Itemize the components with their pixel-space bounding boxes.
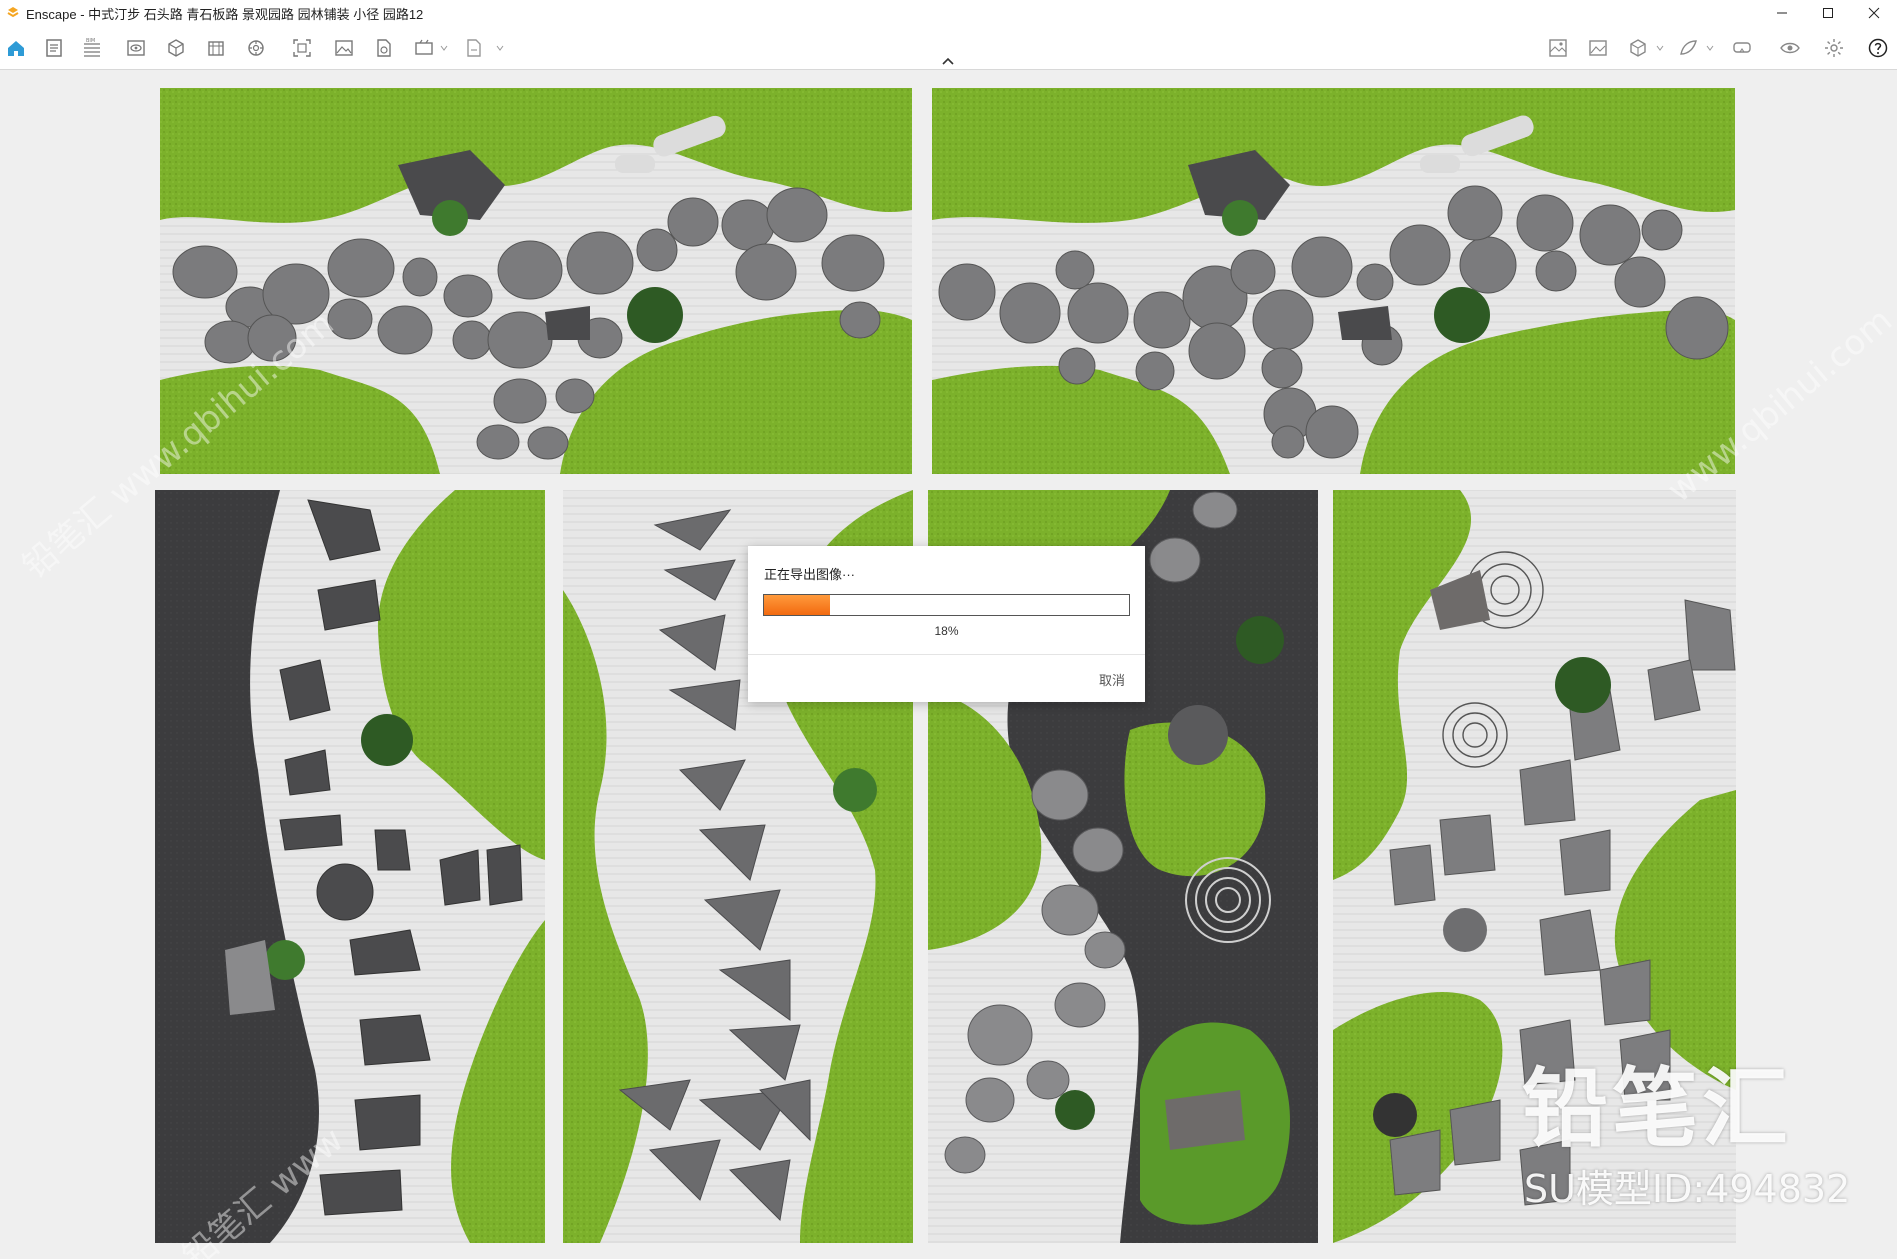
- video-icon: [415, 39, 433, 55]
- export-button[interactable]: [462, 36, 486, 60]
- visibility-icon: [1780, 42, 1800, 54]
- svg-text:BIM: BIM: [86, 38, 95, 44]
- asset-button[interactable]: [164, 36, 188, 60]
- enscape-logo-icon: [7, 7, 19, 18]
- minimize-icon: [1777, 12, 1787, 14]
- frame-button[interactable]: [1546, 36, 1570, 60]
- vr-icon: [1733, 42, 1751, 53]
- eye-view-icon: [127, 40, 145, 56]
- settings-button[interactable]: [1822, 36, 1846, 60]
- chevron-down-icon[interactable]: [1656, 44, 1664, 52]
- asset-icon: [168, 39, 184, 57]
- visibility-button[interactable]: [1778, 36, 1802, 60]
- video-button[interactable]: [412, 36, 436, 60]
- render-panel-3: [155, 490, 545, 1243]
- file-export-button[interactable]: [372, 36, 396, 60]
- document-button[interactable]: [42, 36, 66, 60]
- help-icon: [1868, 38, 1888, 58]
- watermark-brand: 铅笔汇: [1522, 1059, 1792, 1159]
- window-title: Enscape - 中式汀步 石头路 青石板路 景观园路 园林铺装 小径 园路1…: [26, 6, 424, 22]
- gallery-button[interactable]: [1586, 36, 1610, 60]
- minimize-button[interactable]: [1759, 0, 1805, 26]
- view-button[interactable]: [124, 36, 148, 60]
- cancel-button[interactable]: 取消: [1093, 666, 1131, 693]
- gallery-icon: [1589, 40, 1607, 56]
- help-button[interactable]: [1866, 36, 1890, 60]
- capture-button[interactable]: [290, 36, 314, 60]
- settings-icon: [248, 40, 264, 56]
- image-button[interactable]: [332, 36, 356, 60]
- material-button[interactable]: [1676, 36, 1700, 60]
- layers-icon: [208, 41, 224, 56]
- home-button[interactable]: [4, 36, 28, 60]
- material-icon: [1680, 40, 1697, 55]
- capture-icon: [293, 39, 311, 57]
- maximize-button[interactable]: [1805, 0, 1851, 26]
- home-icon: [8, 41, 24, 56]
- image-icon: [335, 40, 353, 56]
- render-panel-1: [160, 88, 912, 474]
- vr-button[interactable]: [1730, 36, 1754, 60]
- export-icon: [467, 39, 481, 57]
- chevron-down-icon[interactable]: [440, 44, 448, 52]
- title-bar: Enscape - 中式汀步 石头路 青石板路 景观园路 园林铺装 小径 园路1…: [0, 0, 1897, 26]
- close-icon: [1868, 7, 1880, 19]
- chevron-down-icon[interactable]: [1706, 44, 1714, 52]
- atmosphere-button[interactable]: [244, 36, 268, 60]
- window-controls: [1759, 0, 1897, 26]
- bim-button[interactable]: BIM: [80, 36, 104, 60]
- document-icon: [46, 39, 62, 57]
- close-button[interactable]: [1851, 0, 1897, 26]
- render-panel-2: [932, 88, 1735, 474]
- frame-icon: [1549, 39, 1567, 57]
- progress-bar: [763, 594, 1130, 616]
- file-export-icon: [377, 39, 391, 57]
- progress-bar-fill: [764, 595, 830, 615]
- gear-icon: [1825, 39, 1843, 57]
- maximize-icon: [1823, 8, 1833, 18]
- cube-button[interactable]: [1626, 36, 1650, 60]
- progress-percentage: 18%: [934, 624, 959, 638]
- dialog-title: 正在导出图像···: [764, 567, 855, 582]
- layers-button[interactable]: [204, 36, 228, 60]
- chevron-down-icon[interactable]: [496, 44, 504, 52]
- dialog-divider: [748, 654, 1145, 655]
- cube-icon: [1630, 39, 1646, 57]
- export-progress-dialog: 正在导出图像··· 18% 取消: [748, 546, 1145, 702]
- bim-icon: BIM: [84, 38, 100, 57]
- collapse-toolbar-chevron-icon[interactable]: [939, 56, 957, 68]
- watermark-model-id: SU模型ID:494832: [1524, 1167, 1851, 1211]
